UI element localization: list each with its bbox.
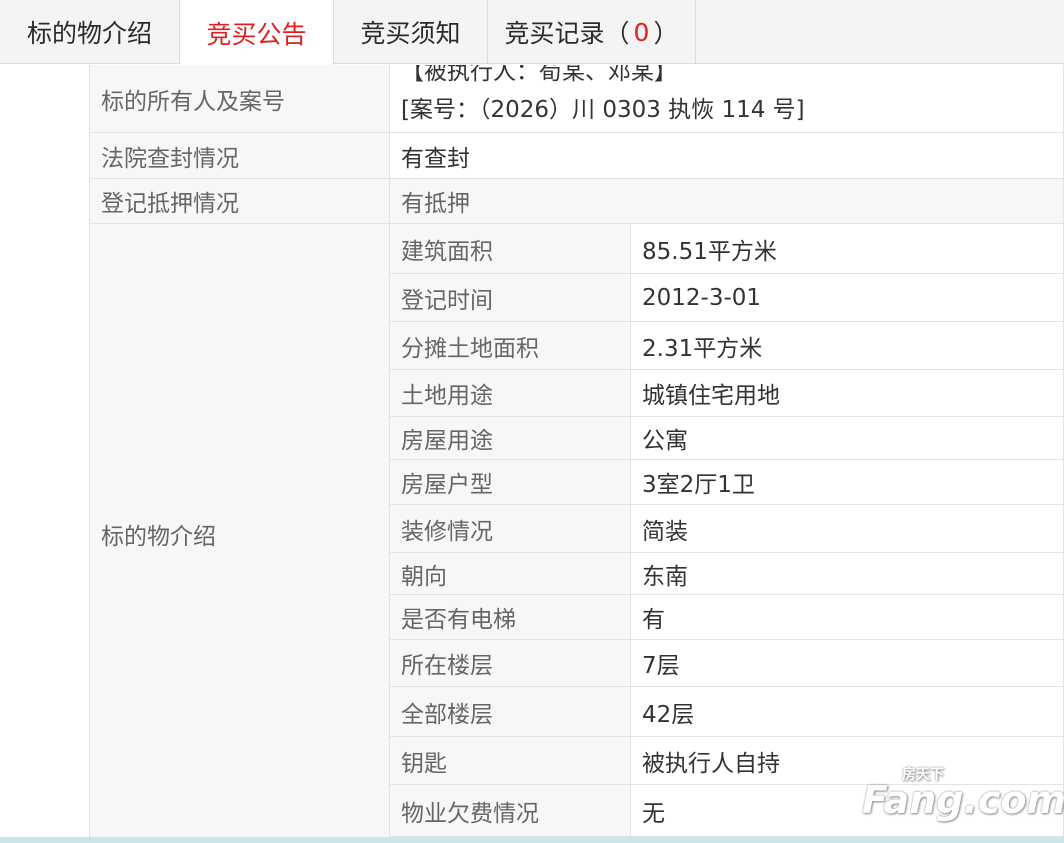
detail-label: 所在楼层: [401, 653, 493, 679]
detail-label-cell: 物业欠费情况: [390, 785, 631, 837]
detail-value: 2.31平方米: [642, 335, 763, 362]
bid-count-badge: 0: [633, 17, 650, 47]
detail-value: 城镇住宅用地: [642, 383, 780, 409]
announcement-table: 标的所有人及案号 【被执行人：荀某、邓某】 [案号：（2026）川 0303 执…: [0, 65, 1064, 837]
detail-label-cell: 全部楼层: [390, 687, 631, 737]
detail-label: 是否有电梯: [401, 607, 516, 633]
detail-label: 朝向: [401, 563, 447, 590]
detail-label: 房屋户型: [401, 472, 493, 498]
tab-label: 标的物介绍: [26, 19, 152, 48]
owner-value-cell: 【被执行人：荀某、邓某】 [案号：（2026）川 0303 执恢 114 号]: [390, 65, 1064, 133]
owner-label: 标的所有人及案号: [101, 88, 285, 115]
bottom-bar: [0, 837, 1064, 843]
detail-value-cell: 东南: [631, 553, 1064, 595]
detail-value-cell: 简装: [631, 505, 1064, 553]
seal-value: 有查封: [401, 145, 470, 172]
detail-label-cell: 土地用途: [390, 370, 631, 417]
detail-value-cell: 公寓: [631, 417, 1064, 460]
case-number: [案号：（2026）川 0303 执恢 114 号]: [401, 96, 805, 123]
seal-value-cell: 有查封: [390, 133, 1064, 179]
mortgage-value-cell: 有抵押: [390, 179, 1064, 224]
detail-label: 登记时间: [401, 287, 493, 314]
detail-value-cell: 3室2厅1卫: [631, 460, 1064, 505]
detail-value-cell: 城镇住宅用地: [631, 370, 1064, 417]
detail-label: 分摊土地面积: [401, 335, 539, 362]
seal-label-cell: 法院查封情况: [90, 133, 390, 179]
detail-value: 2012-3-01: [642, 284, 762, 311]
detail-value: 7层: [642, 653, 680, 679]
detail-label-cell: 建筑面积: [390, 224, 631, 274]
watermark-big-text: Fang.com: [862, 778, 1064, 822]
detail-value: 东南: [642, 563, 688, 590]
count-open-paren: （: [604, 19, 630, 48]
mortgage-value: 有抵押: [401, 191, 470, 217]
detail-label-cell: 钥匙: [390, 737, 631, 785]
detail-label: 全部楼层: [401, 701, 493, 728]
detail-label-cell: 朝向: [390, 553, 631, 595]
fang-logo-watermark: 房天下 Fang.com: [862, 767, 1064, 830]
detail-value: 被执行人自持: [642, 750, 780, 777]
tab-label: 竞买记录: [504, 19, 605, 48]
detail-value-cell: 有: [631, 595, 1064, 640]
detail-value-cell: 2.31平方米: [631, 322, 1064, 370]
detail-value: 简装: [642, 518, 688, 545]
intro-label-cell: 标的物介绍: [90, 224, 390, 837]
detail-value-cell: 2012-3-01: [631, 274, 1064, 322]
seal-label: 法院查封情况: [101, 145, 239, 172]
detail-label: 房屋用途: [401, 428, 493, 454]
detail-label: 装修情况: [401, 518, 493, 545]
count-close-paren: ）: [653, 19, 679, 48]
tab-bar: 标的物介绍 竞买公告 竞买须知 竞买记录 （ 0 ）: [0, 0, 1064, 65]
tab-bid-records[interactable]: 竞买记录 （ 0 ）: [488, 0, 696, 64]
detail-value-cell: 85.51平方米: [631, 224, 1064, 274]
debtor-info: 【被执行人：荀某、邓某】: [401, 65, 677, 85]
detail-label: 物业欠费情况: [401, 800, 539, 827]
detail-label: 土地用途: [401, 383, 493, 409]
detail-label: 建筑面积: [401, 238, 493, 265]
tab-object-intro[interactable]: 标的物介绍: [0, 0, 180, 64]
tab-bid-notice[interactable]: 竞买须知: [334, 0, 488, 64]
detail-label-cell: 登记时间: [390, 274, 631, 322]
detail-value: 42层: [642, 701, 695, 728]
mortgage-label: 登记抵押情况: [101, 191, 239, 217]
owner-label-cell: 标的所有人及案号: [90, 65, 390, 133]
tab-label: 竞买公告: [206, 19, 307, 49]
detail-label-cell: 所在楼层: [390, 640, 631, 687]
detail-label-cell: 分摊土地面积: [390, 322, 631, 370]
detail-value: 85.51平方米: [642, 238, 777, 265]
detail-value-cell: 42层: [631, 687, 1064, 737]
detail-label: 钥匙: [401, 750, 447, 777]
mortgage-label-cell: 登记抵押情况: [90, 179, 390, 224]
tab-label: 竞买须知: [360, 19, 461, 48]
detail-value-cell: 7层: [631, 640, 1064, 687]
detail-value: 公寓: [642, 428, 688, 454]
detail-label-cell: 装修情况: [390, 505, 631, 553]
intro-label: 标的物介绍: [101, 523, 216, 550]
detail-value: 有: [642, 607, 665, 633]
detail-value: 3室2厅1卫: [642, 472, 755, 498]
detail-value: 无: [642, 800, 665, 827]
detail-label-cell: 房屋户型: [390, 460, 631, 505]
detail-label-cell: 房屋用途: [390, 417, 631, 460]
tab-bid-announcement[interactable]: 竞买公告: [180, 0, 334, 65]
detail-label-cell: 是否有电梯: [390, 595, 631, 640]
